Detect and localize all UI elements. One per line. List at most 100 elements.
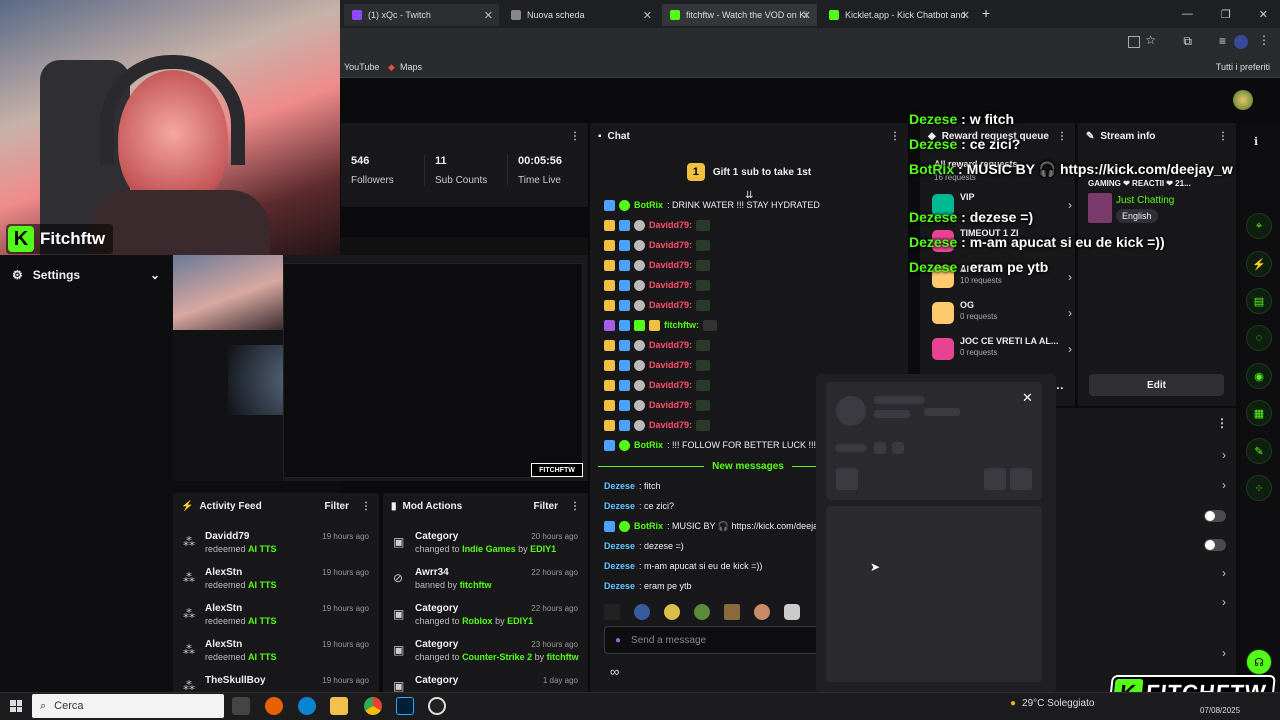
mod-action-item[interactable]: ▣ Category changed to Counter-Strike 2 b… [383, 635, 588, 671]
chrome-icon[interactable] [364, 697, 382, 715]
chat-username[interactable]: Davidd79: [649, 260, 692, 270]
close-icon[interactable]: ✕ [643, 9, 652, 22]
chat-username[interactable]: Dezese [604, 541, 635, 551]
more-icon[interactable]: ⋮ [570, 131, 580, 142]
chat-username[interactable]: Davidd79: [649, 280, 692, 290]
weather-widget[interactable]: ● 29°C Soleggiato [1010, 698, 1094, 709]
chat-username[interactable]: Dezese [604, 561, 635, 571]
edit-stream-button[interactable]: Edit [1089, 374, 1224, 396]
chevron-right-icon[interactable]: › [1222, 646, 1226, 660]
filter-button[interactable]: Filter [325, 501, 349, 512]
chevron-right-icon[interactable]: › [1222, 566, 1226, 580]
chat-username[interactable]: Davidd79: [649, 380, 692, 390]
chevron-right-icon[interactable]: › [1222, 448, 1226, 462]
infinity-icon[interactable]: ∞ [610, 664, 619, 679]
chat-username[interactable]: Davidd79: [649, 420, 692, 430]
extensions-icon[interactable]: ⧉ [1183, 34, 1192, 49]
maximize-icon[interactable]: ❐ [1221, 8, 1231, 21]
mod-action-item[interactable]: ▣ Category changed to Indie Games by EDI… [383, 527, 588, 563]
emote-icon[interactable] [664, 604, 680, 620]
close-icon[interactable]: ✕ [802, 9, 811, 22]
close-window-icon[interactable]: ✕ [1259, 8, 1268, 21]
settings-row[interactable]: ⚙ Settings ⌄ [0, 262, 172, 288]
tools-icon[interactable]: ✎ [1246, 438, 1272, 464]
obs-icon[interactable] [428, 697, 446, 715]
activity-item[interactable]: ⁂ AlexStn redeemed AI TTS 19 hours ago [173, 563, 379, 599]
emote-icon[interactable] [604, 604, 620, 620]
activity-item[interactable]: ⁂ AlexStn redeemed AI TTS 19 hours ago [173, 599, 379, 635]
close-icon[interactable]: ✕ [484, 9, 493, 22]
toggle-switch[interactable] [1204, 539, 1226, 551]
reward-item[interactable]: OG 0 requests › [932, 300, 1072, 330]
chat-username[interactable]: Dezese [604, 581, 635, 591]
chevron-right-icon[interactable]: › [1222, 595, 1226, 609]
mic-icon[interactable]: ● [615, 635, 621, 646]
info-icon[interactable]: ℹ [1254, 135, 1258, 148]
target-icon[interactable]: ⌖ [1246, 213, 1272, 239]
emote-icon[interactable] [784, 604, 800, 620]
chat-username[interactable]: BotRix [634, 440, 663, 450]
taskview-icon[interactable] [232, 697, 250, 715]
avatar[interactable] [1234, 35, 1248, 49]
start-icon[interactable] [10, 700, 22, 712]
star-icon[interactable]: ☆ [1145, 33, 1156, 47]
chat-input[interactable]: ● Send a message [604, 626, 828, 654]
chevron-right-icon[interactable]: › [1222, 478, 1226, 492]
more-icon[interactable]: ⋮ [361, 501, 371, 512]
explorer-icon[interactable] [330, 697, 348, 715]
browser-tab[interactable]: fitchftw - Watch the VOD on Ki ✕ [662, 4, 817, 26]
more-icon[interactable]: ⋮ [1218, 131, 1228, 142]
emote-icon[interactable] [724, 604, 740, 620]
chat-username[interactable]: Davidd79: [649, 240, 692, 250]
group-icon[interactable]: ⁘ [1246, 475, 1272, 501]
browser-tab[interactable]: Nuova scheda ✕ [503, 4, 658, 26]
mod-action-item[interactable]: ⊘ Awrr34 banned by fitchftw 22 hours ago [383, 563, 588, 599]
storage-icon[interactable]: ▦ [1246, 400, 1272, 426]
bookmark-maps[interactable]: Maps [400, 62, 422, 72]
menu-icon[interactable]: ⋮ [1258, 33, 1270, 47]
stream-category[interactable]: Just Chatting [1116, 195, 1174, 206]
chat-username[interactable]: Davidd79: [649, 220, 692, 230]
activity-item[interactable]: ⁂ Davidd79 redeemed AI TTS 19 hours ago [173, 527, 379, 563]
filter-button[interactable]: Filter [534, 501, 558, 512]
media-icon[interactable]: ≡ [1219, 34, 1226, 48]
emote-icon[interactable] [694, 604, 710, 620]
browser-tab[interactable]: Kicklet.app - Kick Chatbot and ✕ [821, 4, 976, 26]
new-tab-button[interactable]: + [982, 5, 990, 21]
stream-preview-content[interactable]: FITCHFTW [173, 255, 588, 481]
browser-tab[interactable]: (1) xQc - Twitch ✕ [344, 4, 499, 26]
minimize-icon[interactable]: — [1182, 8, 1193, 20]
support-icon[interactable]: ☊ [1246, 649, 1272, 675]
taskbar-search[interactable]: ⌕ Cerca [32, 694, 224, 718]
chat-username[interactable]: Davidd79: [649, 400, 692, 410]
more-icon[interactable]: ⋮ [1216, 416, 1228, 430]
document-icon[interactable]: ▤ [1246, 288, 1272, 314]
chat-username[interactable]: BotRix [634, 200, 663, 210]
gift-sub-bar[interactable]: 1 Gift 1 sub to take 1st [590, 158, 908, 186]
mod-action-item[interactable]: ▣ Category changed to Roblox by EDIY1 22… [383, 599, 588, 635]
activity-item[interactable]: ⁂ AlexStn redeemed AI TTS 19 hours ago [173, 635, 379, 671]
chat-username[interactable]: Davidd79: [649, 360, 692, 370]
chat-username[interactable]: Davidd79: [649, 340, 692, 350]
emote-icon[interactable] [754, 604, 770, 620]
chat-username[interactable]: Davidd79: [649, 300, 692, 310]
translate-icon[interactable] [1128, 36, 1140, 48]
emote-icon[interactable] [634, 604, 650, 620]
chat-username[interactable]: Dezese [604, 481, 635, 491]
bookmark-youtube[interactable]: YouTube [344, 62, 379, 72]
bolt-icon[interactable]: ⚡ [1246, 251, 1272, 277]
more-icon[interactable]: ⋮ [890, 131, 900, 142]
close-icon[interactable]: ✕ [961, 9, 970, 22]
close-icon[interactable]: ✕ [1022, 390, 1033, 406]
chat-username[interactable]: Dezese [604, 501, 635, 511]
firefox-icon[interactable] [265, 697, 283, 715]
broadcast-icon[interactable]: ◉ [1246, 363, 1272, 389]
all-bookmarks[interactable]: Tutti i preferiti [1216, 62, 1270, 72]
chat-username[interactable]: BotRix [634, 521, 663, 531]
address-bar[interactable]: ☆ ⧉ ≡ ⋮ [340, 28, 1280, 56]
message-icon[interactable]: ◌ [1246, 325, 1272, 351]
more-icon[interactable]: ⋮ [1057, 131, 1067, 142]
chat-username[interactable]: fitchftw: [664, 320, 699, 330]
user-avatar[interactable] [1233, 90, 1253, 110]
reward-item[interactable]: JOC CE VRETI LA AL... 0 requests › [932, 336, 1072, 366]
